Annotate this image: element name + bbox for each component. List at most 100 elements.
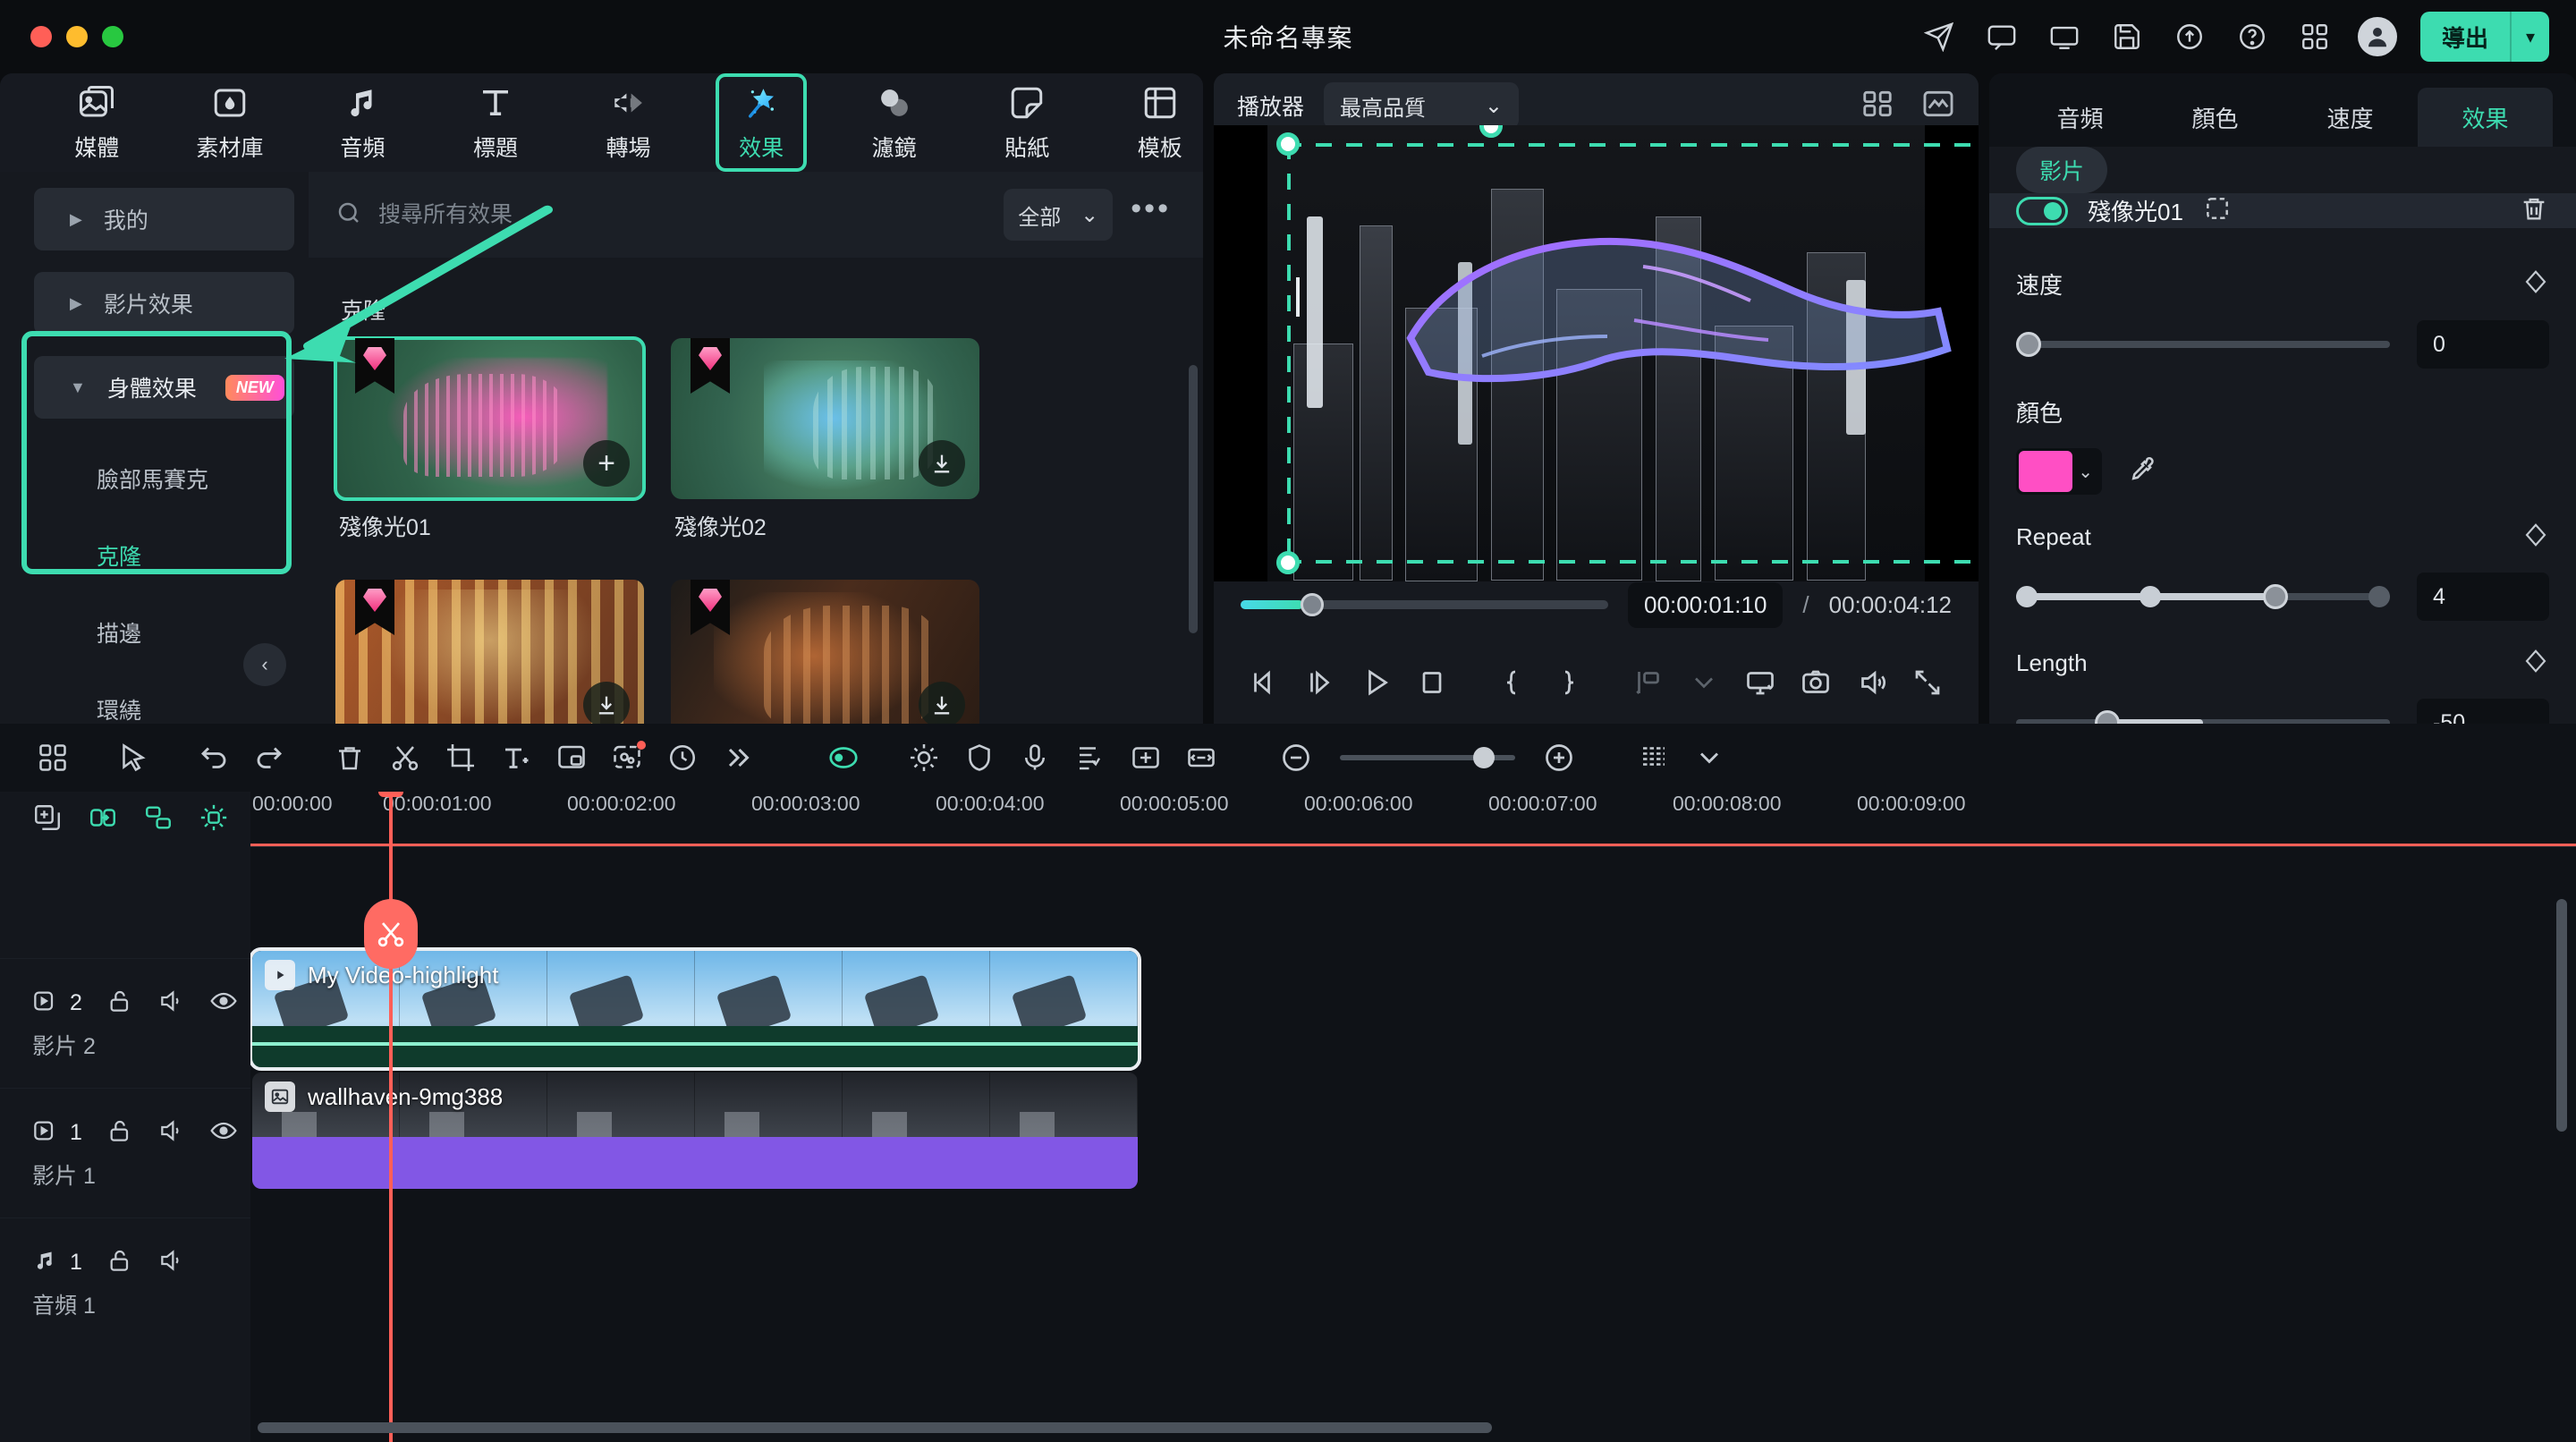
- download-icon[interactable]: [583, 682, 630, 724]
- layout-grid-icon[interactable]: [25, 730, 80, 785]
- mark-in-icon[interactable]: [1485, 654, 1540, 711]
- current-time[interactable]: 00:00:01:10: [1628, 581, 1784, 628]
- track-header-video1[interactable]: 1 影片 1: [0, 1088, 250, 1217]
- green-screen-icon[interactable]: [816, 730, 871, 785]
- effects-grid-scroll[interactable]: 克隆 + 殘像光01 殘像光02: [309, 258, 1203, 724]
- delete-icon[interactable]: [322, 730, 377, 785]
- minimize-window-button[interactable]: [66, 26, 88, 47]
- effect-card[interactable]: 殘像光02: [671, 338, 979, 564]
- effect-card[interactable]: + 殘像光01: [334, 336, 646, 564]
- collapse-sidebar-button[interactable]: ‹: [243, 643, 286, 686]
- redo-icon[interactable]: [242, 730, 297, 785]
- repeat-step-slider[interactable]: [2016, 584, 2390, 609]
- tab-speed-props[interactable]: 速度: [2283, 88, 2418, 147]
- effect-card[interactable]: Human Clone Shinning: [335, 580, 644, 724]
- timeline-clip-image[interactable]: wallhaven-9mg388: [252, 1073, 1138, 1189]
- effect-thumbnail[interactable]: [671, 580, 979, 724]
- filter-dropdown[interactable]: 全部 ⌄: [1004, 189, 1114, 241]
- track-header-audio1[interactable]: 1 音頻 1: [0, 1217, 250, 1347]
- motion-tracking-icon[interactable]: [1118, 730, 1174, 785]
- pop-out-icon[interactable]: [1733, 654, 1788, 711]
- timeline-hscrollbar[interactable]: [258, 1422, 1492, 1433]
- close-window-button[interactable]: [30, 26, 52, 47]
- split-scissors-icon[interactable]: [377, 730, 433, 785]
- color-match-icon[interactable]: [599, 730, 655, 785]
- trash-icon[interactable]: [2519, 193, 2549, 228]
- adjust-icon[interactable]: [896, 730, 952, 785]
- effect-card[interactable]: Clone 1: [671, 580, 979, 724]
- effect-enable-toggle[interactable]: [2016, 196, 2068, 225]
- search-box[interactable]: [335, 199, 987, 231]
- timeline-ruler[interactable]: 00:00:00 00:00:01:00 00:00:02:00 00:00:0…: [250, 792, 2576, 847]
- fit-icon[interactable]: [1174, 730, 1229, 785]
- next-frame-icon[interactable]: [1292, 654, 1348, 711]
- window-controls[interactable]: [30, 26, 123, 47]
- timeline-clip-video[interactable]: My Video-highlight: [250, 947, 1141, 1071]
- text-tool-icon[interactable]: [488, 730, 544, 785]
- tab-transition[interactable]: 轉場: [585, 76, 672, 169]
- effect-thumbnail[interactable]: +: [334, 336, 646, 501]
- tab-effects-props[interactable]: 效果: [2418, 88, 2553, 147]
- microphone-icon[interactable]: [1007, 730, 1063, 785]
- keyframe-diamond-icon[interactable]: [2522, 522, 2549, 553]
- picture-in-picture-icon[interactable]: [544, 730, 599, 785]
- eye-icon[interactable]: [209, 1116, 238, 1149]
- save-icon[interactable]: [2107, 17, 2147, 56]
- playhead[interactable]: [378, 792, 403, 1442]
- add-track-icon[interactable]: [32, 802, 63, 837]
- search-input[interactable]: [378, 201, 987, 228]
- selection-handle-bottomleft[interactable]: [1276, 550, 1300, 574]
- link-clips-icon[interactable]: [88, 802, 118, 837]
- tab-audio[interactable]: 音頻: [319, 76, 406, 169]
- unlock-icon[interactable]: [106, 1116, 134, 1149]
- screen-record-icon[interactable]: [2045, 17, 2084, 56]
- effect-thumbnail[interactable]: [671, 338, 979, 499]
- grid-apps-icon[interactable]: [2295, 17, 2334, 56]
- scope-chip-video[interactable]: 影片: [2016, 147, 2108, 193]
- zoom-in-icon[interactable]: [1531, 730, 1587, 785]
- subcategory-face-mosaic[interactable]: 臉部馬賽克: [34, 440, 294, 517]
- tab-color-props[interactable]: 顏色: [2148, 88, 2283, 147]
- category-my[interactable]: ▶ 我的: [34, 188, 294, 250]
- mask-shield-icon[interactable]: [952, 730, 1007, 785]
- share-icon[interactable]: [1919, 17, 1959, 56]
- category-video-effects[interactable]: ▶ 影片效果: [34, 272, 294, 335]
- volume-icon[interactable]: [1843, 654, 1899, 711]
- zoom-knob[interactable]: [1472, 747, 1495, 768]
- mask-icon[interactable]: [2203, 194, 2232, 227]
- keyframe-diamond-icon[interactable]: [2522, 648, 2549, 679]
- track-settings-icon[interactable]: [1626, 730, 1682, 785]
- cloud-upload-icon[interactable]: [2170, 17, 2209, 56]
- video-preview[interactable]: [1214, 124, 1979, 581]
- color-swatch-dropdown[interactable]: ⌄: [2016, 448, 2102, 495]
- keyframe-diamond-icon[interactable]: [2522, 268, 2549, 300]
- applied-effect-row[interactable]: 殘像光01: [1989, 193, 2576, 228]
- eyedropper-icon[interactable]: [2125, 454, 2156, 489]
- unlock-icon[interactable]: [106, 987, 134, 1020]
- split-at-playhead-button[interactable]: [364, 899, 418, 969]
- tab-filters[interactable]: 濾鏡: [851, 76, 937, 169]
- timeline-vscrollbar[interactable]: [2556, 899, 2567, 1132]
- length-value[interactable]: -50: [2417, 699, 2549, 724]
- feedback-icon[interactable]: [1982, 17, 2021, 56]
- tab-audio-props[interactable]: 音頻: [2012, 88, 2148, 147]
- tab-media[interactable]: 媒體: [54, 76, 140, 169]
- speed-value[interactable]: 0: [2417, 320, 2549, 369]
- crop-icon[interactable]: [433, 730, 488, 785]
- scrubber-knob[interactable]: [1300, 593, 1324, 616]
- chevron-down-icon[interactable]: [1682, 730, 1737, 785]
- eye-icon[interactable]: [209, 987, 238, 1020]
- export-button[interactable]: 導出 ▾: [2419, 12, 2549, 62]
- tab-stock-library[interactable]: 素材庫: [187, 76, 274, 169]
- mark-out-icon[interactable]: [1540, 654, 1596, 711]
- quality-dropdown[interactable]: 最高品質 ⌄: [1324, 82, 1520, 129]
- speaker-icon[interactable]: [157, 1116, 186, 1149]
- player-scrubber[interactable]: [1241, 593, 1609, 616]
- snapshot-camera-icon[interactable]: [1788, 654, 1843, 711]
- tab-title[interactable]: 標題: [453, 76, 539, 169]
- effect-thumbnail[interactable]: [335, 580, 644, 724]
- grid-view-icon[interactable]: [1860, 87, 1894, 125]
- tab-stickers[interactable]: 貼紙: [984, 76, 1071, 169]
- marker-snap-icon[interactable]: [199, 802, 229, 837]
- speed-slider[interactable]: [2016, 332, 2390, 357]
